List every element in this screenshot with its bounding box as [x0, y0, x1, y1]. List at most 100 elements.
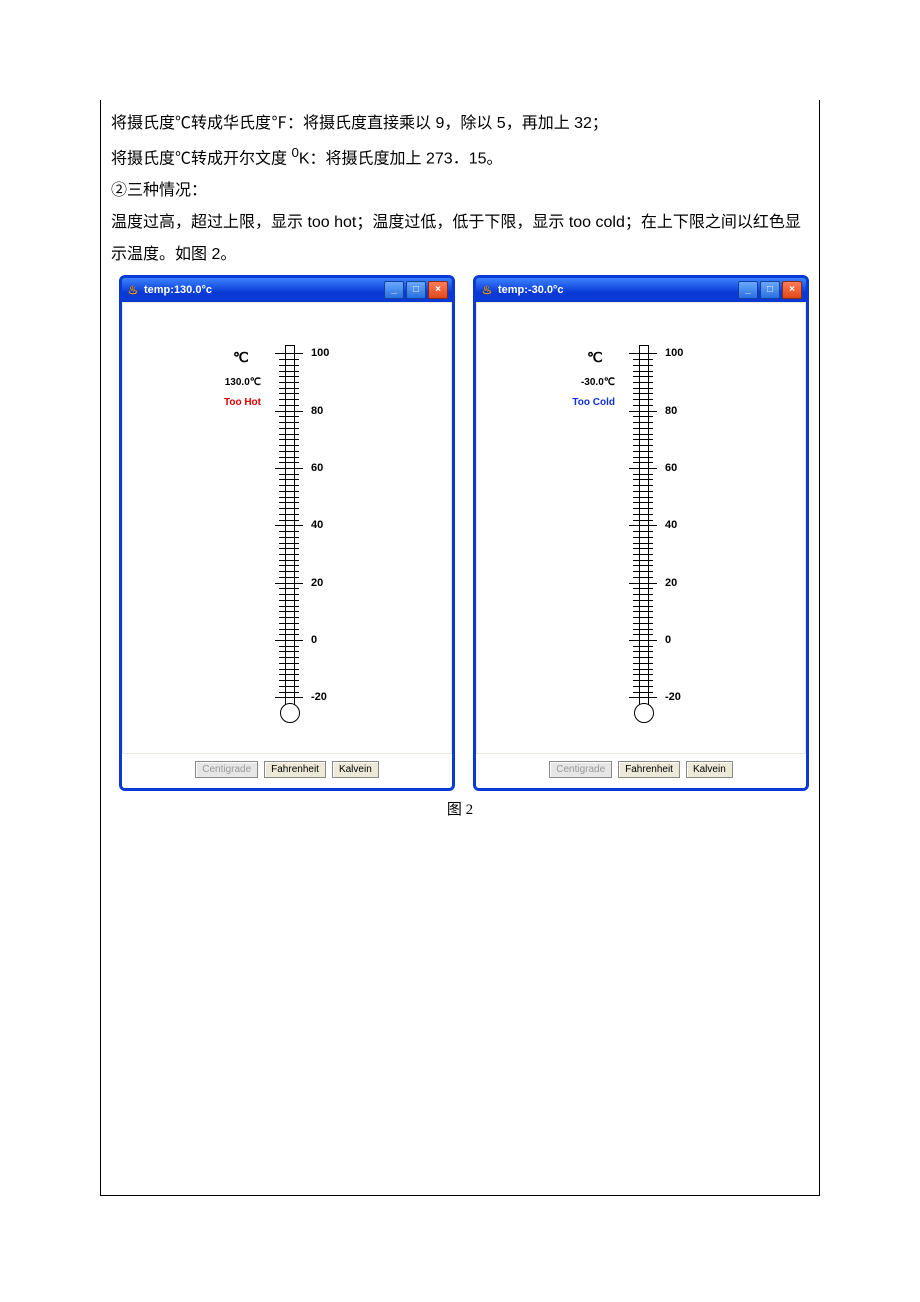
tick-minor — [633, 611, 653, 612]
java-icon: ♨ — [126, 283, 140, 297]
tick-label: 0 — [311, 635, 317, 645]
tick-minor — [633, 462, 653, 463]
close-button[interactable]: × — [428, 281, 448, 299]
tick-minor — [279, 520, 299, 521]
kalvein-button[interactable]: Kalvein — [686, 761, 733, 778]
tick-minor — [633, 520, 653, 521]
tick-minor — [279, 560, 299, 561]
tick-minor — [633, 600, 653, 601]
maximize-button[interactable]: □ — [760, 281, 780, 299]
window-too-cold: ♨ temp:-30.0°c _ □ × ℃ -30.0℃ Too Cold — [473, 275, 809, 791]
tick-minor — [279, 502, 299, 503]
temperature-value: 130.0℃ — [224, 373, 261, 393]
tick-minor — [279, 388, 299, 389]
unit-label: ℃ — [587, 343, 603, 371]
tick-minor — [279, 405, 299, 406]
tick-minor — [633, 491, 653, 492]
tick-label: 40 — [665, 520, 677, 530]
tick-minor — [633, 434, 653, 435]
tick-label: -20 — [665, 692, 681, 702]
tick-minor — [279, 365, 299, 366]
fahrenheit-button[interactable]: Fahrenheit — [618, 761, 680, 778]
tick-major — [629, 411, 657, 412]
tick-label: 60 — [311, 463, 323, 473]
minimize-button[interactable]: _ — [384, 281, 404, 299]
tick-minor — [279, 692, 299, 693]
tick-minor — [633, 543, 653, 544]
para-cases-desc: 温度过高，超过上限，显示 too hot；温度过低，低于下限，显示 too co… — [111, 207, 809, 271]
tick-label: 80 — [665, 406, 677, 416]
tick-minor — [279, 571, 299, 572]
temperature-value: -30.0℃ — [572, 373, 615, 393]
reading-label: -30.0℃ Too Cold — [572, 373, 615, 413]
maximize-button[interactable]: □ — [406, 281, 426, 299]
tick-minor — [633, 577, 653, 578]
tick-minor — [279, 651, 299, 652]
tick-minor — [633, 451, 653, 452]
tick-minor — [633, 382, 653, 383]
tick-minor — [633, 674, 653, 675]
tick-label: 0 — [665, 635, 671, 645]
tick-label: 100 — [665, 348, 683, 358]
unit-buttons: Centigrade Fahrenheit Kalvein — [122, 754, 452, 788]
tick-minor — [633, 692, 653, 693]
window-title: temp:130.0°c — [144, 279, 384, 301]
tick-minor — [633, 405, 653, 406]
tick-minor — [633, 629, 653, 630]
centigrade-button[interactable]: Centigrade — [195, 761, 258, 778]
tick-minor — [633, 485, 653, 486]
tick-minor — [279, 382, 299, 383]
tick-minor — [279, 663, 299, 664]
tick-major — [275, 353, 303, 354]
tick-minor — [279, 497, 299, 498]
window-too-hot: ♨ temp:130.0°c _ □ × ℃ 130.0℃ Too Hot — [119, 275, 455, 791]
tick-minor — [279, 634, 299, 635]
centigrade-button[interactable]: Centigrade — [549, 761, 612, 778]
tick-major — [629, 697, 657, 698]
tick-major — [629, 640, 657, 641]
reading-label: 130.0℃ Too Hot — [224, 373, 261, 413]
tick-minor — [633, 663, 653, 664]
tick-minor — [279, 680, 299, 681]
kalvein-button[interactable]: Kalvein — [332, 761, 379, 778]
tick-minor — [633, 588, 653, 589]
tick-minor — [633, 634, 653, 635]
tick-minor — [633, 686, 653, 687]
close-button[interactable]: × — [782, 281, 802, 299]
tick-minor — [633, 606, 653, 607]
tick-minor — [279, 674, 299, 675]
tick-minor — [279, 491, 299, 492]
tick-minor — [279, 554, 299, 555]
tick-minor — [633, 388, 653, 389]
tick-major — [629, 353, 657, 354]
tick-minor — [279, 686, 299, 687]
java-icon: ♨ — [480, 283, 494, 297]
tick-minor — [633, 548, 653, 549]
tick-minor — [279, 434, 299, 435]
tick-minor — [633, 416, 653, 417]
tick-minor — [279, 451, 299, 452]
tick-minor — [279, 359, 299, 360]
minimize-button[interactable]: _ — [738, 281, 758, 299]
thermometer-bulb — [634, 703, 654, 723]
tick-minor — [633, 371, 653, 372]
tick-minor — [633, 594, 653, 595]
fahrenheit-button[interactable]: Fahrenheit — [264, 761, 326, 778]
tick-minor — [279, 537, 299, 538]
thermometer-canvas: ℃ 130.0℃ Too Hot 100806040200-20 — [123, 303, 451, 753]
tick-minor — [279, 371, 299, 372]
tick-minor — [633, 565, 653, 566]
tick-minor — [279, 543, 299, 544]
tick-minor — [279, 376, 299, 377]
content-box: 将摄氏度℃转成华氏度℉：将摄氏度直接乘以 9，除以 5，再加上 32； 将摄氏度… — [100, 100, 820, 1196]
tick-minor — [279, 657, 299, 658]
tick-major — [275, 697, 303, 698]
tick-minor — [633, 560, 653, 561]
tick-minor — [279, 514, 299, 515]
thermometer-bulb — [280, 703, 300, 723]
tick-minor — [633, 376, 653, 377]
tick-minor — [633, 537, 653, 538]
tick-minor — [279, 600, 299, 601]
tick-minor — [633, 554, 653, 555]
para-kelvin-rule: 将摄氏度℃转成开尔文度 0K：将摄氏度加上 273．15。 — [111, 140, 809, 175]
